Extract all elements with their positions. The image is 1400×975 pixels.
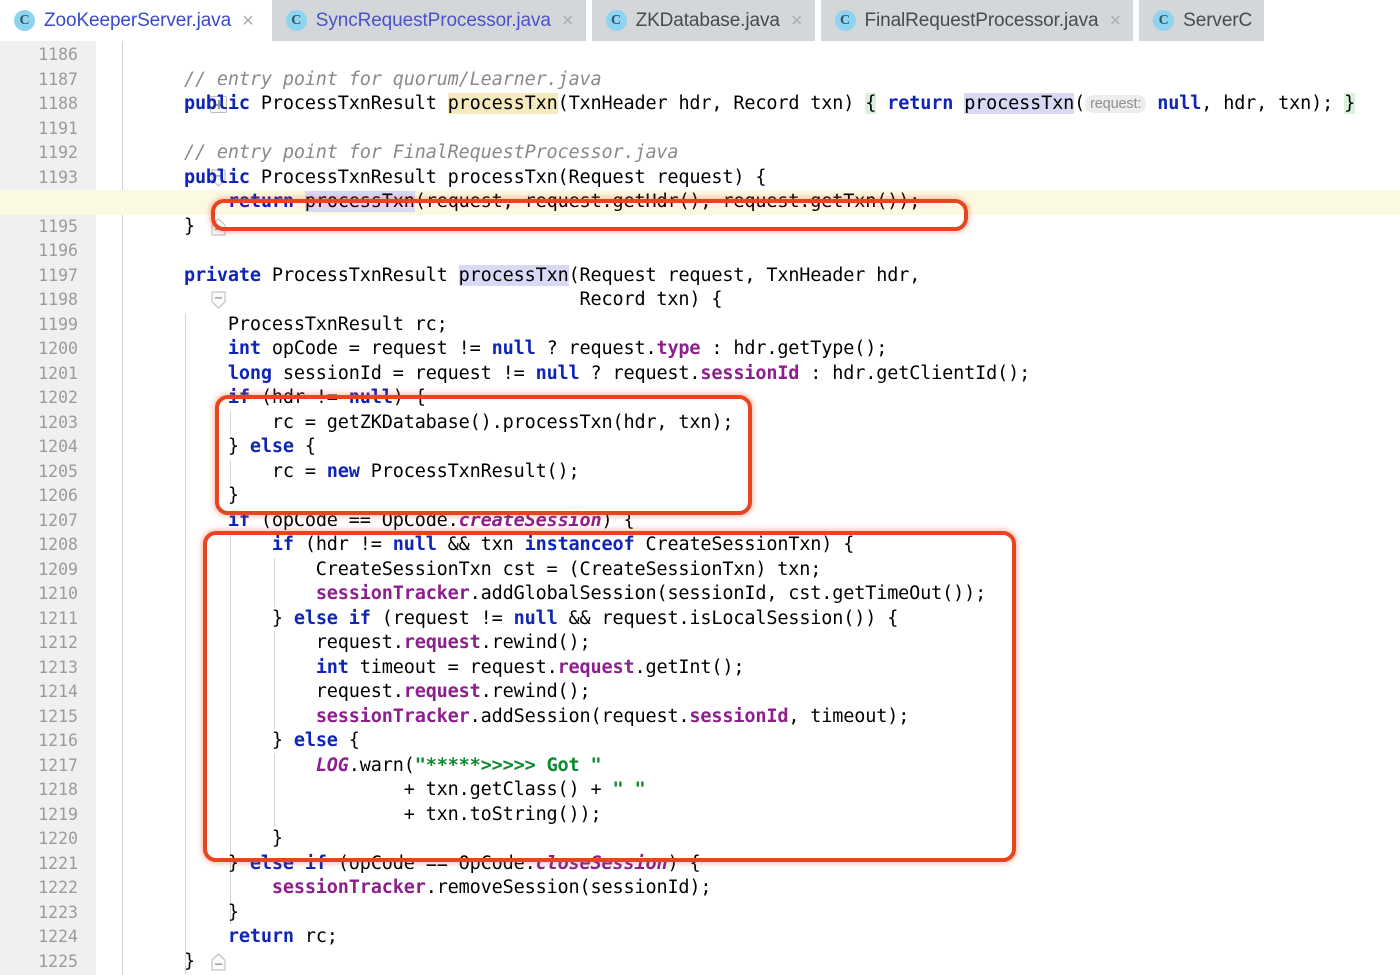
editor-tab-bar: C ZooKeeperServer.java × C SyncRequestProces… — [0, 0, 1400, 41]
java-class-icon: C — [1153, 10, 1175, 31]
code-line[interactable]: rc = getZKDatabase().processTxn(hdr, txn… — [140, 411, 734, 436]
code-line[interactable]: } — [140, 484, 239, 509]
code-line[interactable]: } — [140, 827, 283, 852]
java-class-icon: C — [285, 10, 307, 31]
editor-tab-label: ServerC — [1183, 9, 1253, 31]
editor-tab-label: SyncRequestProcessor.java — [315, 9, 551, 31]
code-line[interactable]: ProcessTxnResult rc; — [140, 313, 448, 338]
code-line[interactable]: sessionTracker.addGlobalSession(sessionI… — [140, 582, 986, 607]
code-line[interactable]: } — [140, 215, 195, 240]
close-icon[interactable]: × — [560, 11, 574, 31]
code-line[interactable]: // entry point for FinalRequestProcessor… — [140, 141, 679, 166]
editor-tab-zkdatabase[interactable]: C ZKDatabase.java × — [591, 0, 815, 41]
editor-tab-zookeeperserver[interactable]: C ZooKeeperServer.java × — [0, 0, 266, 41]
editor-tab-label: ZKDatabase.java — [635, 9, 780, 31]
close-icon[interactable]: × — [789, 11, 803, 31]
code-line[interactable]: LOG.warn("*****>>>>> Got " — [140, 754, 602, 779]
code-line[interactable]: } else if (request != null && request.is… — [140, 607, 899, 632]
code-line[interactable]: int timeout = request.request.getInt(); — [140, 656, 745, 681]
java-class-icon: C — [605, 10, 627, 31]
code-line[interactable]: } — [140, 901, 239, 926]
code-line[interactable]: CreateSessionTxn cst = (CreateSessionTxn… — [140, 558, 822, 583]
code-line[interactable]: Record txn) { — [140, 288, 723, 313]
editor-tab-label: FinalRequestProcessor.java — [864, 9, 1099, 31]
java-class-icon: C — [834, 10, 856, 31]
code-line[interactable]: sessionTracker.removeSession(sessionId); — [140, 876, 712, 901]
code-line[interactable]: if (hdr != null && txn instanceof Create… — [140, 533, 855, 558]
close-icon[interactable]: × — [1107, 11, 1121, 31]
code-line[interactable]: public ProcessTxnResult processTxn(Reque… — [140, 166, 767, 191]
code-line[interactable]: request.request.rewind(); — [140, 631, 591, 656]
editor-tab-label: ZooKeeperServer.java — [44, 9, 232, 31]
code-line[interactable]: rc = new ProcessTxnResult(); — [140, 460, 580, 485]
editor-tab-syncrequestprocessor[interactable]: C SyncRequestProcessor.java × — [271, 0, 586, 41]
code-line[interactable]: } — [140, 950, 195, 975]
code-line[interactable]: } else { — [140, 729, 360, 754]
code-content[interactable]: // entry point for quorum/Learner.java p… — [0, 41, 1400, 975]
code-line[interactable]: int opCode = request != null ? request.t… — [140, 337, 887, 362]
code-line[interactable]: + txn.toString()); — [140, 803, 602, 828]
code-editor: 1186118711881191119211931194119511961197… — [0, 41, 1400, 975]
code-line[interactable]: public ProcessTxnResult processTxn(TxnHe… — [140, 92, 1355, 117]
code-line[interactable]: return processTxn(request, request.getHd… — [140, 190, 920, 215]
code-line[interactable]: if (opCode == OpCode.createSession) { — [140, 509, 635, 534]
code-line[interactable]: request.request.rewind(); — [140, 680, 591, 705]
inlay-hint-request: request: — [1085, 95, 1147, 113]
editor-tab-serverc[interactable]: C ServerC — [1139, 0, 1265, 41]
java-class-icon: C — [14, 10, 35, 31]
code-line[interactable]: } else if (opCode == OpCode.closeSession… — [140, 852, 701, 877]
code-line[interactable]: if (hdr != null) { — [140, 386, 426, 411]
code-line[interactable]: } else { — [140, 435, 316, 460]
code-line[interactable]: return rc; — [140, 925, 338, 950]
code-line[interactable]: long sessionId = request != null ? reque… — [140, 362, 1030, 387]
close-icon[interactable]: × — [240, 11, 254, 31]
editor-tab-finalrequestprocessor[interactable]: C FinalRequestProcessor.java × — [820, 0, 1134, 41]
code-line[interactable]: + txn.getClass() + " " — [140, 778, 646, 803]
code-line[interactable]: sessionTracker.addSession(request.sessio… — [140, 705, 910, 730]
code-line[interactable]: // entry point for quorum/Learner.java — [140, 68, 602, 93]
code-line[interactable]: private ProcessTxnResult processTxn(Requ… — [140, 264, 920, 289]
